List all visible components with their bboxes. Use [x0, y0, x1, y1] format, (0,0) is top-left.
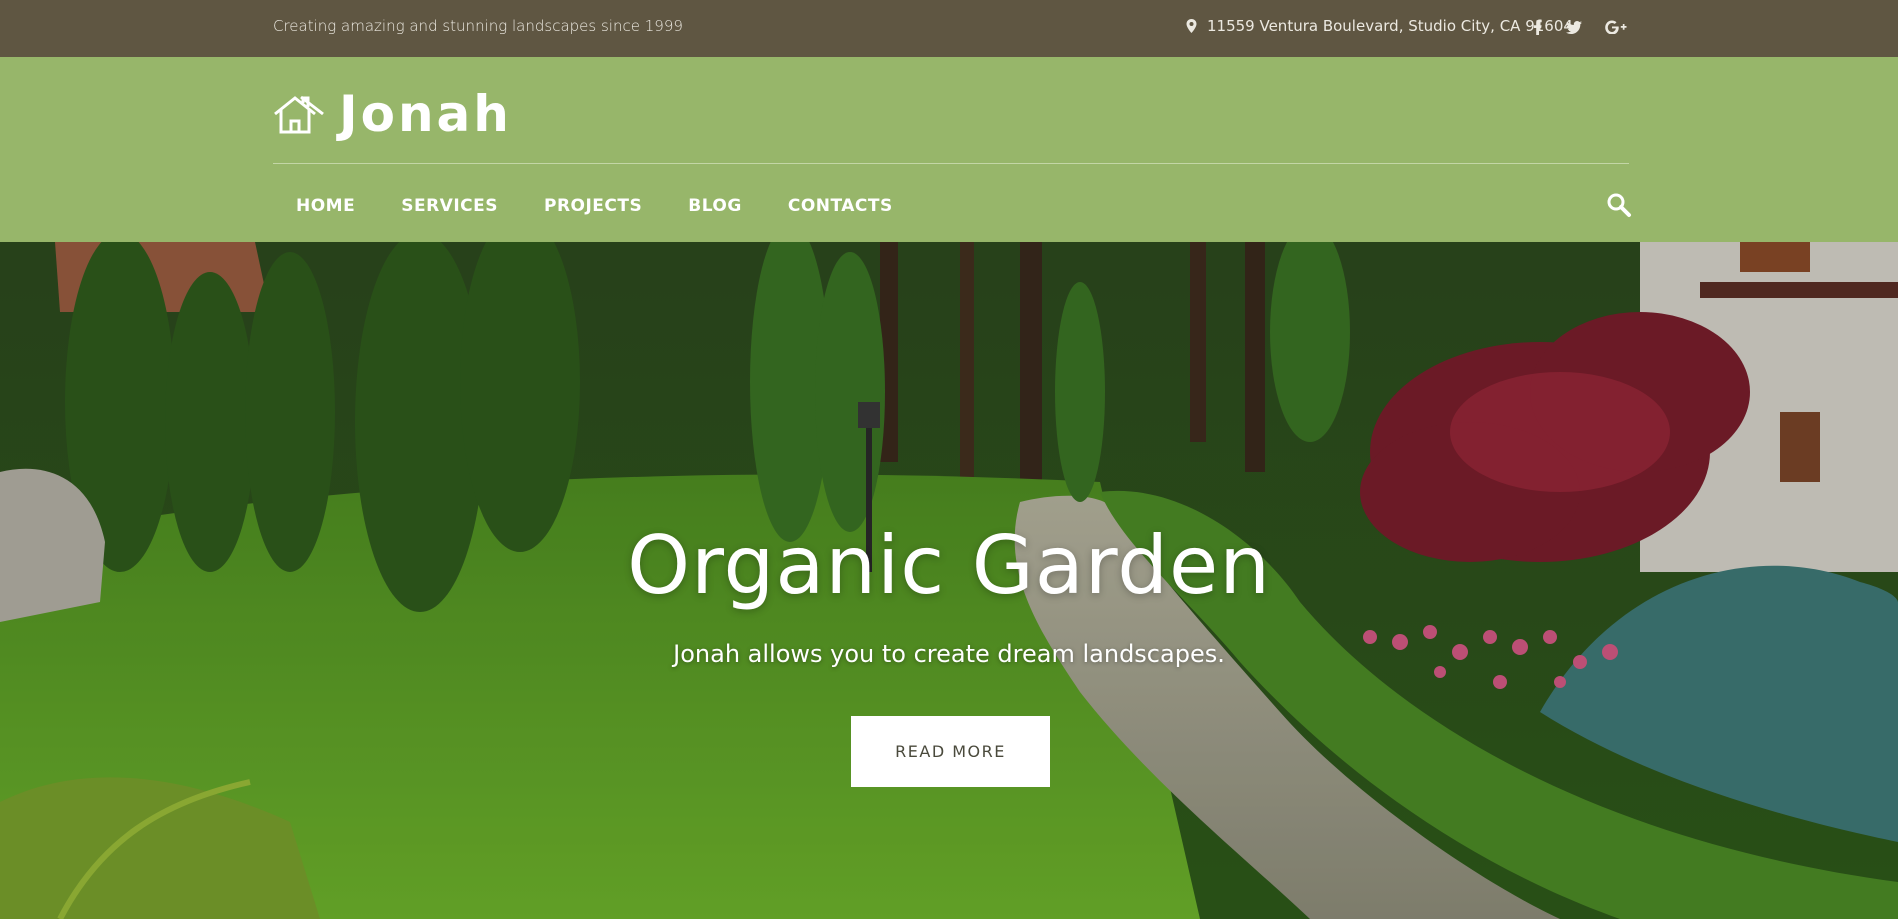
- nav-projects[interactable]: PROJECTS: [521, 188, 665, 224]
- main-nav: HOME SERVICES PROJECTS BLOG CONTACTS: [273, 188, 916, 224]
- twitter-glyph: [1566, 20, 1582, 34]
- address-text: 11559 Ventura Boulevard, Studio City, CA…: [1207, 17, 1573, 35]
- location-pin-icon: [1186, 19, 1197, 33]
- top-bar: Creating amazing and stunning landscapes…: [0, 0, 1898, 57]
- twitter-icon[interactable]: [1561, 14, 1587, 40]
- nav-contacts[interactable]: CONTACTS: [765, 188, 916, 224]
- logo-text: Jonah: [339, 85, 512, 143]
- nav-services[interactable]: SERVICES: [378, 188, 521, 224]
- site-header: Jonah HOME SERVICES PROJECTS BLOG CONTAC…: [0, 57, 1898, 242]
- facebook-icon[interactable]: [1524, 14, 1550, 40]
- house-logo-icon: [274, 95, 324, 134]
- hero-title: Organic Garden: [627, 519, 1271, 612]
- google-plus-glyph: [1605, 20, 1627, 34]
- google-plus-icon[interactable]: [1603, 14, 1629, 40]
- header-divider: [273, 163, 1629, 164]
- hero-section: Organic Garden Jonah allows you to creat…: [0, 242, 1898, 919]
- address: 11559 Ventura Boulevard, Studio City, CA…: [1186, 17, 1573, 35]
- tagline: Creating amazing and stunning landscapes…: [273, 17, 683, 35]
- search-icon[interactable]: [1606, 192, 1632, 218]
- nav-blog[interactable]: BLOG: [665, 188, 765, 224]
- hero-subtitle: Jonah allows you to create dream landsca…: [673, 640, 1225, 668]
- logo[interactable]: Jonah: [273, 85, 512, 143]
- read-more-button[interactable]: READ MORE: [851, 716, 1050, 787]
- facebook-glyph: [1533, 19, 1542, 35]
- nav-home[interactable]: HOME: [273, 188, 378, 224]
